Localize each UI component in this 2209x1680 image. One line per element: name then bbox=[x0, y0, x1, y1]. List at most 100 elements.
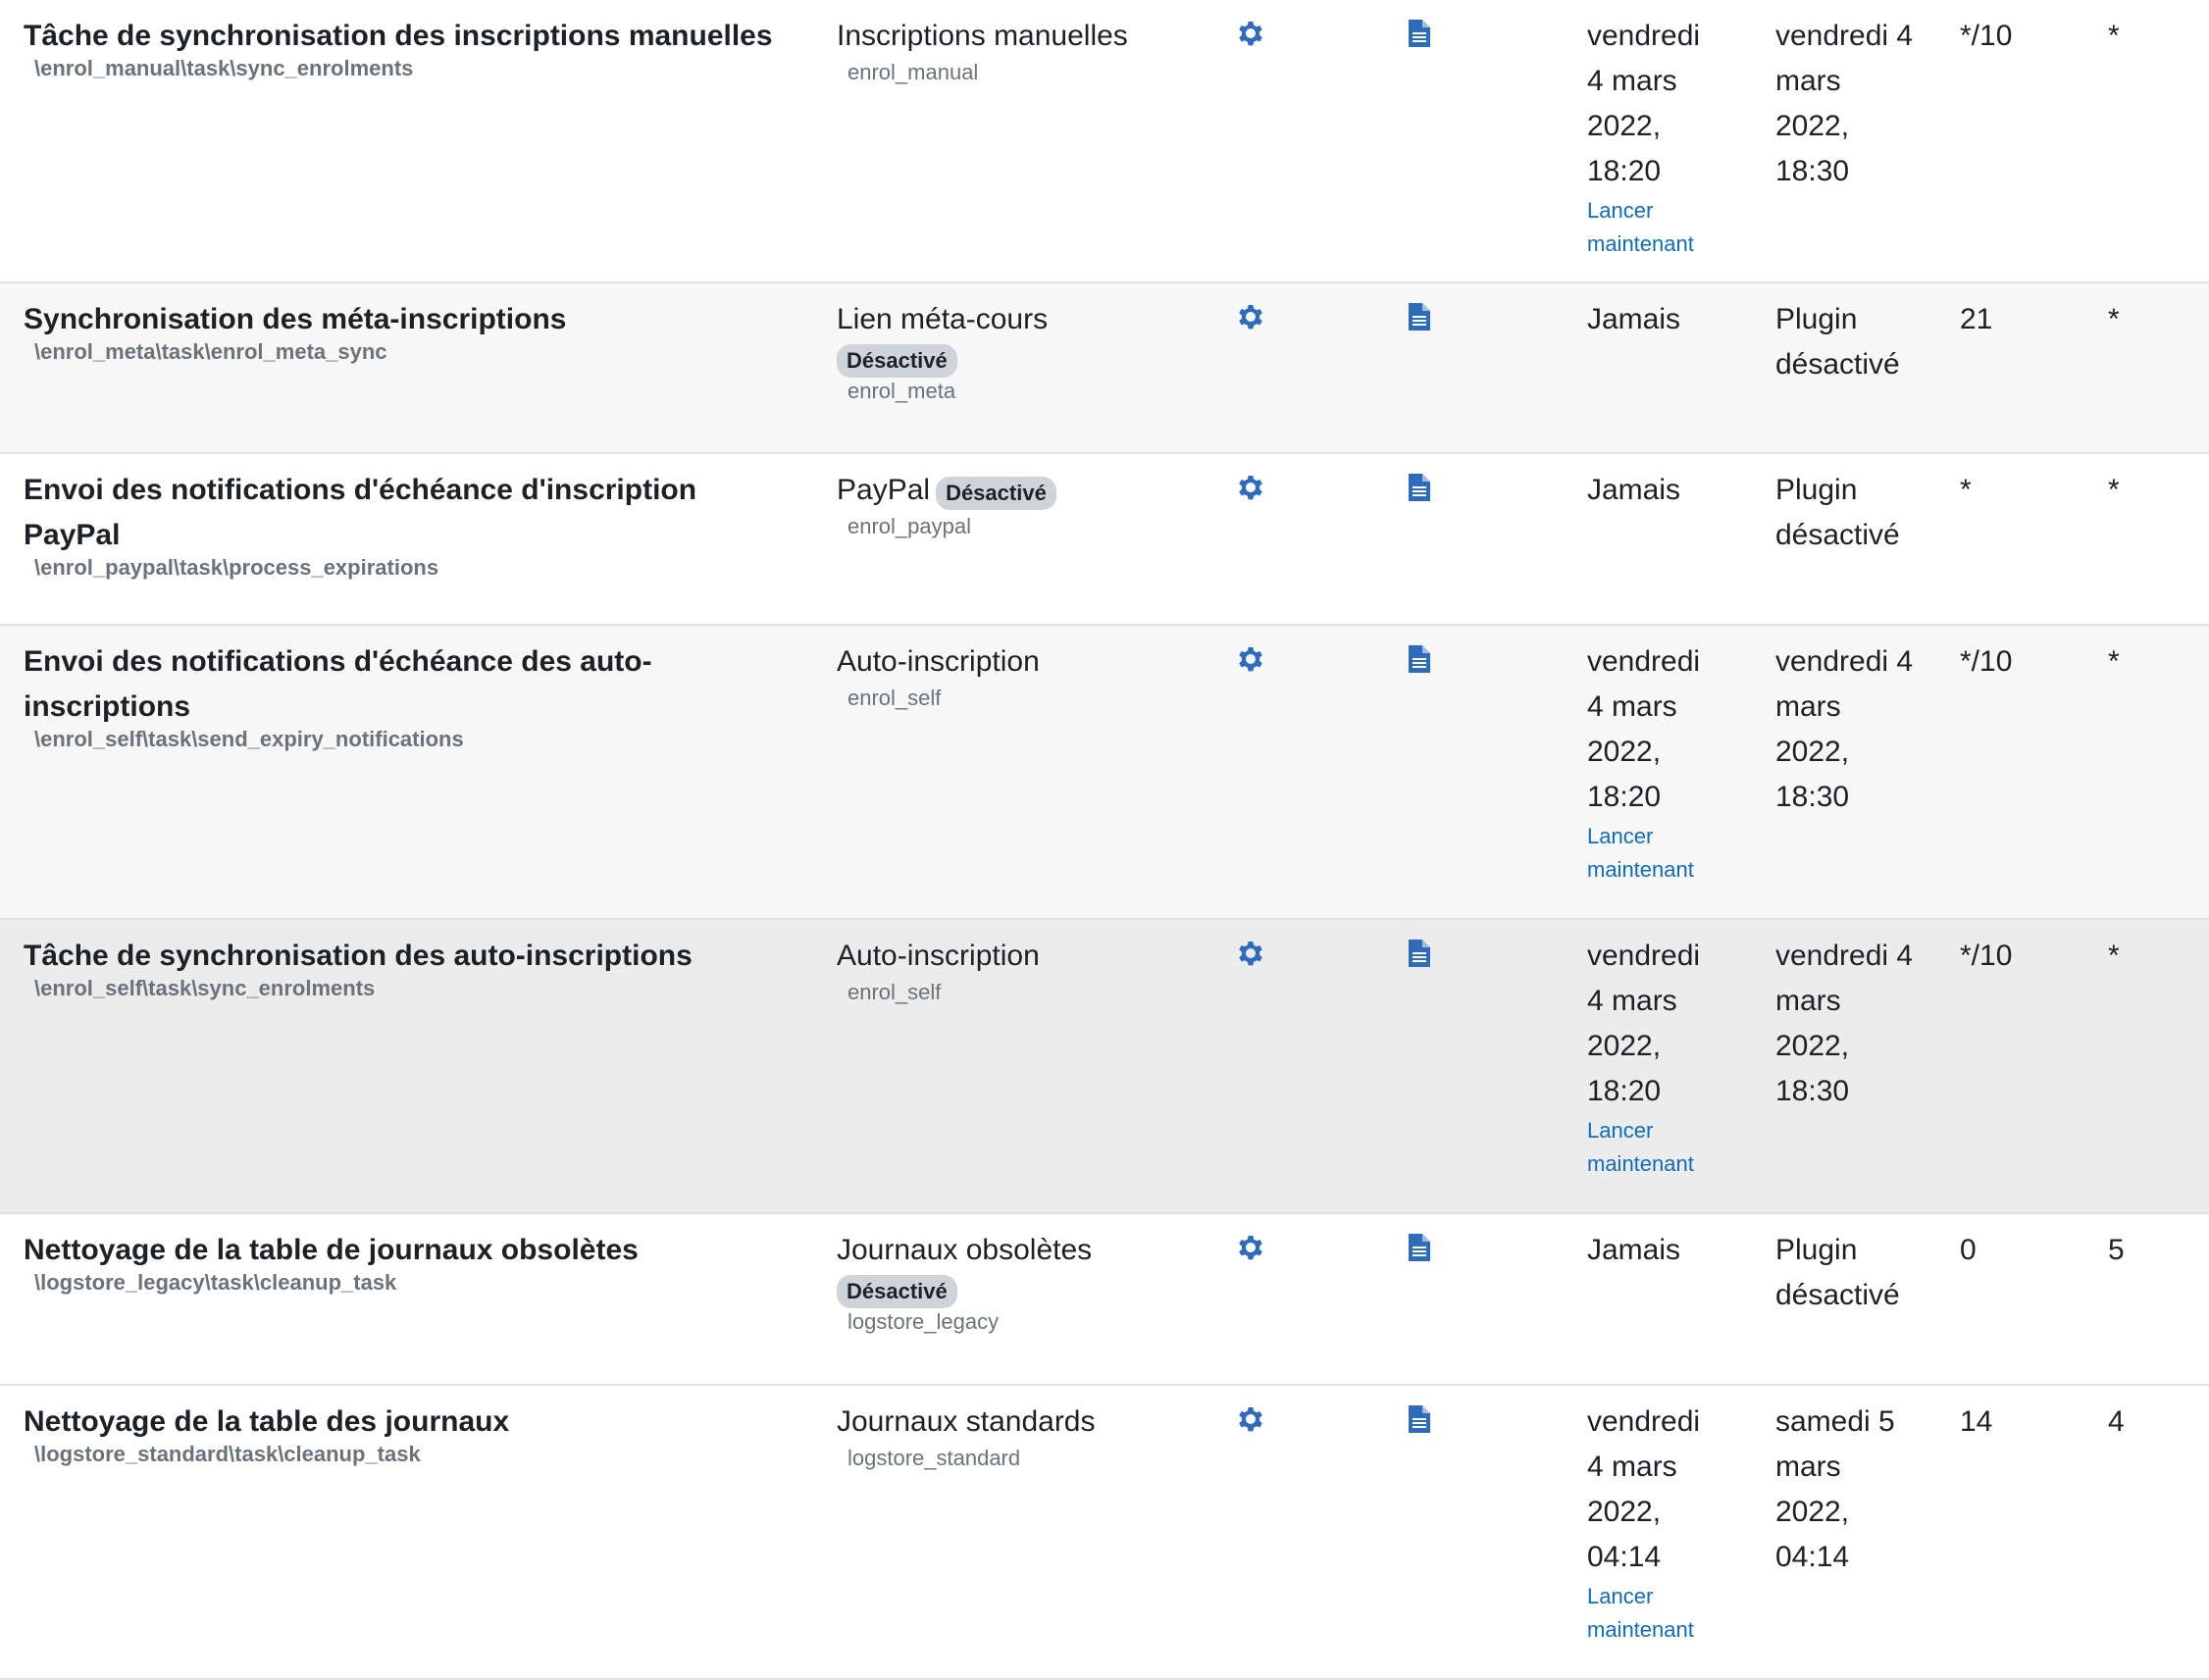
last-run-line: 2022, bbox=[1587, 736, 1662, 768]
last-run-line: 04:14 bbox=[1587, 1541, 1662, 1573]
run-now-link[interactable]: Lancer maintenant bbox=[1587, 1580, 1731, 1647]
hour-value: 5 bbox=[2108, 1234, 2125, 1266]
run-now-line: Lancer bbox=[1587, 1118, 1654, 1143]
component-code: logstore_standard bbox=[848, 1446, 1021, 1470]
edit-cell bbox=[1211, 283, 1379, 452]
next-run-cell: Plugin désactivé bbox=[1751, 1214, 1945, 1384]
minute-value: */10 bbox=[1960, 20, 2013, 52]
run-now-line: Lancer bbox=[1587, 198, 1654, 223]
edit-cell bbox=[1211, 0, 1379, 281]
next-run-line: 2022, bbox=[1775, 1030, 1850, 1062]
minute-cell: */10 bbox=[1945, 920, 2092, 1212]
component-cell: PayPal Désactivé enrol_paypal bbox=[813, 454, 1211, 624]
task-title: Envoi des notifications d'échéance d'ins… bbox=[24, 474, 697, 506]
task-classname: \logstore_standard\task\cleanup_task bbox=[34, 1442, 421, 1466]
log-cell bbox=[1379, 920, 1563, 1212]
next-run-line: samedi 5 bbox=[1775, 1405, 1895, 1438]
document-icon[interactable] bbox=[1404, 1403, 1435, 1435]
gear-icon[interactable] bbox=[1235, 18, 1266, 49]
gear-icon[interactable] bbox=[1235, 1232, 1266, 1263]
next-run-line: mars bbox=[1775, 1451, 1841, 1483]
last-run-line: vendredi bbox=[1587, 940, 1701, 972]
next-run-line: Plugin bbox=[1775, 1234, 1858, 1266]
hour-value: * bbox=[2108, 940, 2120, 972]
table-row: Tâche de synchronisation des auto-inscri… bbox=[0, 920, 2209, 1214]
last-run-line: 18:20 bbox=[1587, 781, 1662, 813]
table-row: Nettoyage de la table des journaux \logs… bbox=[0, 1386, 2209, 1680]
last-run-value: Jamais bbox=[1587, 1234, 1681, 1266]
gear-icon[interactable] bbox=[1235, 643, 1266, 675]
document-icon[interactable] bbox=[1404, 472, 1435, 503]
minute-value: 14 bbox=[1960, 1405, 1993, 1438]
table-row: Tâche de synchronisation des inscription… bbox=[0, 0, 2209, 283]
edit-cell bbox=[1211, 626, 1379, 918]
component-name: Auto-inscription bbox=[837, 645, 1040, 678]
last-run-value: Jamais bbox=[1587, 303, 1681, 335]
last-run-line: vendredi bbox=[1587, 1405, 1701, 1438]
hour-value: * bbox=[2108, 303, 2120, 335]
last-run-line: 2022, bbox=[1587, 1496, 1662, 1528]
next-run-line: vendredi 4 bbox=[1775, 940, 1914, 972]
run-now-line: maintenant bbox=[1587, 1151, 1694, 1176]
run-now-link[interactable]: Lancer maintenant bbox=[1587, 194, 1731, 261]
minute-value: */10 bbox=[1960, 940, 2013, 972]
hour-value: * bbox=[2108, 20, 2120, 52]
minute-value: 21 bbox=[1960, 303, 1993, 335]
component-code: enrol_self bbox=[848, 686, 942, 710]
last-run-cell: vendredi 4 mars 2022, 18:20 Lancer mainte… bbox=[1563, 920, 1751, 1212]
task-name-cell: Synchronisation des méta-inscriptions \e… bbox=[0, 283, 813, 452]
next-run-line: 18:30 bbox=[1775, 781, 1850, 813]
gear-icon[interactable] bbox=[1235, 938, 1266, 969]
last-run-line: 18:20 bbox=[1587, 155, 1662, 187]
next-run-cell: Plugin désactivé bbox=[1751, 454, 1945, 624]
task-name-cell: Envoi des notifications d'échéance des a… bbox=[0, 626, 813, 918]
next-run-cell: samedi 5 mars 2022, 04:14 bbox=[1751, 1386, 1945, 1678]
component-code: enrol_paypal bbox=[848, 514, 971, 538]
gear-icon[interactable] bbox=[1235, 301, 1266, 332]
gear-icon[interactable] bbox=[1235, 472, 1266, 503]
run-now-link[interactable]: Lancer maintenant bbox=[1587, 820, 1731, 887]
document-icon[interactable] bbox=[1404, 643, 1435, 675]
next-run-line: 18:30 bbox=[1775, 1075, 1850, 1107]
task-name-cell: Nettoyage de la table des journaux \logs… bbox=[0, 1386, 813, 1678]
run-now-line: Lancer bbox=[1587, 824, 1654, 848]
next-run-line: 2022, bbox=[1775, 1496, 1850, 1528]
task-name-cell: Tâche de synchronisation des inscription… bbox=[0, 0, 813, 281]
gear-icon[interactable] bbox=[1235, 1403, 1266, 1435]
last-run-line: vendredi bbox=[1587, 645, 1701, 678]
edit-cell bbox=[1211, 920, 1379, 1212]
last-run-line: 4 mars bbox=[1587, 65, 1677, 97]
next-run-line: 2022, bbox=[1775, 110, 1850, 142]
scheduled-tasks-table: Tâche de synchronisation des inscription… bbox=[0, 0, 2209, 1680]
component-name: PayPal bbox=[837, 474, 931, 506]
hour-cell: 4 bbox=[2092, 1386, 2209, 1678]
component-cell: Inscriptions manuelles enrol_manual bbox=[813, 0, 1211, 281]
last-run-cell: Jamais bbox=[1563, 1214, 1751, 1384]
document-icon[interactable] bbox=[1404, 18, 1435, 49]
last-run-cell: vendredi 4 mars 2022, 18:20 Lancer mainte… bbox=[1563, 0, 1751, 281]
last-run-line: 4 mars bbox=[1587, 985, 1677, 1017]
hour-value: * bbox=[2108, 474, 2120, 506]
log-cell bbox=[1379, 454, 1563, 624]
last-run-cell: vendredi 4 mars 2022, 18:20 Lancer mainte… bbox=[1563, 626, 1751, 918]
table-row: Synchronisation des méta-inscriptions \e… bbox=[0, 283, 2209, 454]
last-run-cell: vendredi 4 mars 2022, 04:14 Lancer mainte… bbox=[1563, 1386, 1751, 1678]
run-now-line: maintenant bbox=[1587, 1617, 1694, 1642]
document-icon[interactable] bbox=[1404, 938, 1435, 969]
run-now-link[interactable]: Lancer maintenant bbox=[1587, 1114, 1731, 1181]
minute-cell: * bbox=[1945, 454, 2092, 624]
next-run-line: mars bbox=[1775, 690, 1841, 723]
hour-cell: * bbox=[2092, 454, 2209, 624]
next-run-line: Plugin bbox=[1775, 303, 1858, 335]
component-code: logstore_legacy bbox=[848, 1309, 1000, 1334]
last-run-line: 2022, bbox=[1587, 110, 1662, 142]
component-name: Inscriptions manuelles bbox=[837, 20, 1128, 52]
disabled-badge: Désactivé bbox=[936, 476, 1056, 510]
log-cell bbox=[1379, 1214, 1563, 1384]
document-icon[interactable] bbox=[1404, 1232, 1435, 1263]
last-run-line: 4 mars bbox=[1587, 690, 1677, 723]
document-icon[interactable] bbox=[1404, 301, 1435, 332]
component-cell: Auto-inscription enrol_self bbox=[813, 626, 1211, 918]
component-cell: Lien méta-cours Désactivé enrol_meta bbox=[813, 283, 1211, 452]
next-run-line: désactivé bbox=[1775, 519, 1900, 551]
